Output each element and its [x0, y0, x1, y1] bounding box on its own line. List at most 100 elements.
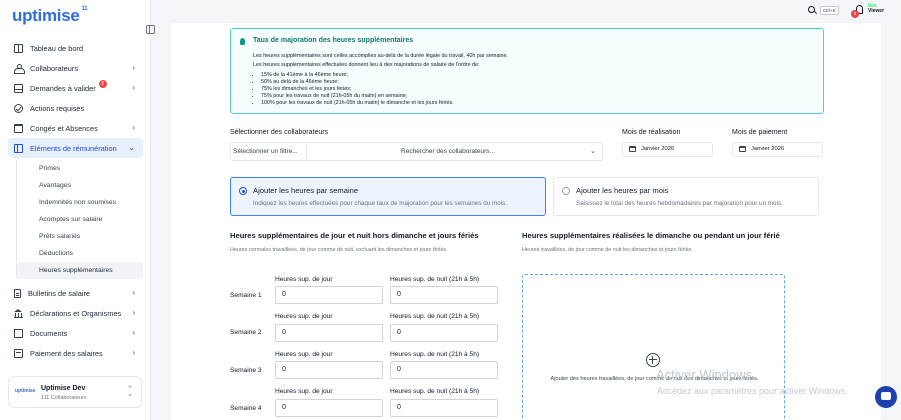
- logo-version: 11: [81, 6, 88, 12]
- chat-support-icon[interactable]: [875, 386, 897, 408]
- chevron-right-icon: ›: [132, 63, 135, 72]
- chevron-up-down-icon: ⌃ ⌄: [127, 386, 133, 398]
- mode-option-weekly[interactable]: Ajouter les heures par semaine Indiquez …: [230, 177, 546, 216]
- sidebar-item-label: Congés et Absences: [30, 123, 98, 133]
- topbar: Ctrl+K 0 ikin Viewer: [152, 0, 901, 23]
- main-nav: Tableau de bord Collaborateurs › Demande…: [8, 38, 143, 363]
- chevron-right-icon: ›: [132, 308, 135, 317]
- sunday-section-desc: Heures travaillées, de jour comme de nui…: [522, 247, 693, 253]
- app-logo[interactable]: uptimise 11: [12, 6, 88, 26]
- calendar-icon: [739, 146, 746, 152]
- sidebar-item-label: Tableau de bord: [30, 43, 84, 53]
- sidebar-item-bulletins[interactable]: Bulletins de salaire ›: [8, 283, 143, 303]
- list-item: 75% les dimanches et les jours fériés;: [261, 86, 454, 93]
- chevron-down-icon: ⌄: [128, 143, 135, 152]
- payslip-icon: [14, 288, 21, 298]
- radio-unselected[interactable]: [562, 187, 570, 195]
- rate-list: 15% de la 41ème à la 46ème heure; 50% au…: [261, 72, 454, 107]
- payment-month-picker[interactable]: Janvier 2026: [732, 142, 823, 157]
- sidebar-subitem-indemnites[interactable]: Indemnités non soumises: [16, 194, 143, 211]
- sidebar-item-label: Actions requises: [30, 103, 85, 113]
- organization-switcher[interactable]: uptimise Uptimise Dev 111 Collaborateurs…: [8, 376, 142, 408]
- chevron-right-icon: ›: [132, 348, 135, 357]
- week-label: Semaine 3: [230, 367, 262, 374]
- sidebar-subitem-acomptes[interactable]: Acomptes sur salaire: [16, 211, 143, 228]
- collaborator-search[interactable]: Rechercher des collaborateurs...: [307, 143, 589, 160]
- sidebar-item-actions[interactable]: Actions requises: [8, 98, 143, 118]
- sidebar-item-conges[interactable]: Congés et Absences ›: [8, 118, 143, 138]
- org-logo: uptimise: [15, 388, 36, 394]
- sidebar-toggle-icon[interactable]: [146, 25, 155, 34]
- sidebar-item-collaborateurs[interactable]: Collaborateurs ›: [8, 58, 143, 78]
- sidebar-item-label: Documents: [30, 328, 68, 338]
- list-item: 50% au delà de la 46ème heure;: [261, 79, 454, 86]
- sidebar-item-documents[interactable]: Documents ›: [8, 323, 143, 343]
- user-logo-bottom: Viewer: [868, 8, 885, 14]
- dashboard-icon: [14, 43, 23, 53]
- realisation-month-picker[interactable]: Janvier 2026: [622, 142, 713, 157]
- calendar-icon: [629, 146, 636, 152]
- sidebar-item-demandes[interactable]: Demandes à valider 5 ›: [8, 78, 143, 98]
- day-hours-header: Heures sup. de jour: [275, 351, 333, 358]
- mode-description: Saisissez le total des heures hebdomadai…: [576, 200, 783, 207]
- payment-month-value: Janvier 2026: [751, 146, 785, 152]
- sidebar: uptimise 11 Tableau de bord Collaborateur…: [0, 0, 151, 420]
- night-hours-header: Heures sup. de nuit (21h à 5h): [390, 388, 480, 395]
- collaborator-selector: Sélectionner un filtre... Rechercher des…: [230, 142, 603, 161]
- night-hours-header: Heures sup. de nuit (21h à 5h): [390, 313, 480, 320]
- payment-icon: [14, 348, 23, 358]
- add-circle-icon[interactable]: [646, 353, 660, 367]
- lightbulb-icon: [240, 38, 245, 45]
- week-2-night-hours-input[interactable]: 0: [390, 324, 498, 342]
- sidebar-item-remuneration[interactable]: Eléments de rémunération ⌄: [8, 138, 143, 158]
- sidebar-item-paiement[interactable]: Paiement des salaires ›: [8, 343, 143, 363]
- sidebar-subitem-avantages[interactable]: Avantages: [16, 177, 143, 194]
- week-1-day-hours-input[interactable]: 0: [275, 286, 383, 304]
- pending-count-badge: 5: [98, 80, 107, 88]
- sidebar-item-label: Eléments de rémunération: [30, 143, 117, 153]
- realisation-month-value: Janvier 2026: [641, 146, 675, 152]
- week-label: Semaine 4: [230, 405, 262, 412]
- info-text: Les heures supplémentaires effectuées do…: [253, 62, 480, 68]
- chevron-right-icon: ›: [132, 83, 135, 92]
- week-1-night-hours-input[interactable]: 0: [390, 286, 498, 304]
- people-icon: [14, 63, 25, 74]
- chevron-down-icon[interactable]: ⌄: [590, 147, 596, 155]
- sidebar-subitem-primes[interactable]: Primes: [16, 160, 143, 177]
- weekday-section-desc: Heures normales travaillées, de jour com…: [230, 247, 448, 253]
- week-3-night-hours-input[interactable]: 0: [390, 361, 498, 379]
- sidebar-item-declarations[interactable]: Déclarations et Organismes ›: [8, 303, 143, 323]
- filter-select[interactable]: Sélectionner un filtre...: [231, 143, 307, 160]
- folder-icon: [14, 328, 23, 338]
- week-3-day-hours-input[interactable]: 0: [275, 361, 383, 379]
- windows-activation-watermark: Activer Windows: [656, 367, 753, 382]
- mode-option-monthly[interactable]: Ajouter les heures par mois Saisissez le…: [553, 177, 819, 216]
- notification-badge: 0: [851, 10, 859, 18]
- sidebar-subitem-deductions[interactable]: Déductions: [16, 245, 143, 262]
- day-hours-header: Heures sup. de jour: [275, 388, 333, 395]
- check-circle-icon: [14, 103, 23, 113]
- add-sunday-hours-dropzone[interactable]: Ajouter des heures travaillées, de jour …: [522, 274, 785, 420]
- sidebar-item-label: Déclarations et Organismes: [30, 308, 122, 318]
- sidebar-item-label: Demandes à valider: [30, 83, 96, 93]
- sidebar-item-label: Bulletins de salaire: [28, 288, 91, 298]
- user-menu[interactable]: ikin Viewer: [868, 4, 884, 14]
- sidebar-subitem-heures-sup[interactable]: Heures supplémentaires: [16, 262, 143, 279]
- radio-selected[interactable]: [239, 187, 247, 195]
- chevron-right-icon: ›: [132, 123, 135, 132]
- sidebar-item-label: Collaborateurs: [30, 63, 79, 73]
- submenu-remuneration: Primes Avantages Indemnités non soumises…: [8, 160, 143, 279]
- week-4-night-hours-input[interactable]: 0: [390, 399, 498, 417]
- main-content: Taux de majoration des heures supplément…: [171, 23, 881, 420]
- calendar-icon: [14, 123, 23, 133]
- search-icon[interactable]: [808, 6, 815, 13]
- night-hours-header: Heures sup. de nuit (21h à 5h): [390, 276, 480, 283]
- week-4-day-hours-input[interactable]: 0: [275, 399, 383, 417]
- sunday-section-title: Heures supplémentaires réalisées le dima…: [522, 231, 780, 240]
- sidebar-subitem-prets[interactable]: Prêts salariés: [16, 228, 143, 245]
- sidebar-item-dashboard[interactable]: Tableau de bord: [8, 38, 143, 58]
- night-hours-header: Heures sup. de nuit (21h à 5h): [390, 351, 480, 358]
- week-2-day-hours-input[interactable]: 0: [275, 324, 383, 342]
- mode-title: Ajouter les heures par semaine: [253, 186, 359, 195]
- logo-text: uptimise: [12, 6, 80, 25]
